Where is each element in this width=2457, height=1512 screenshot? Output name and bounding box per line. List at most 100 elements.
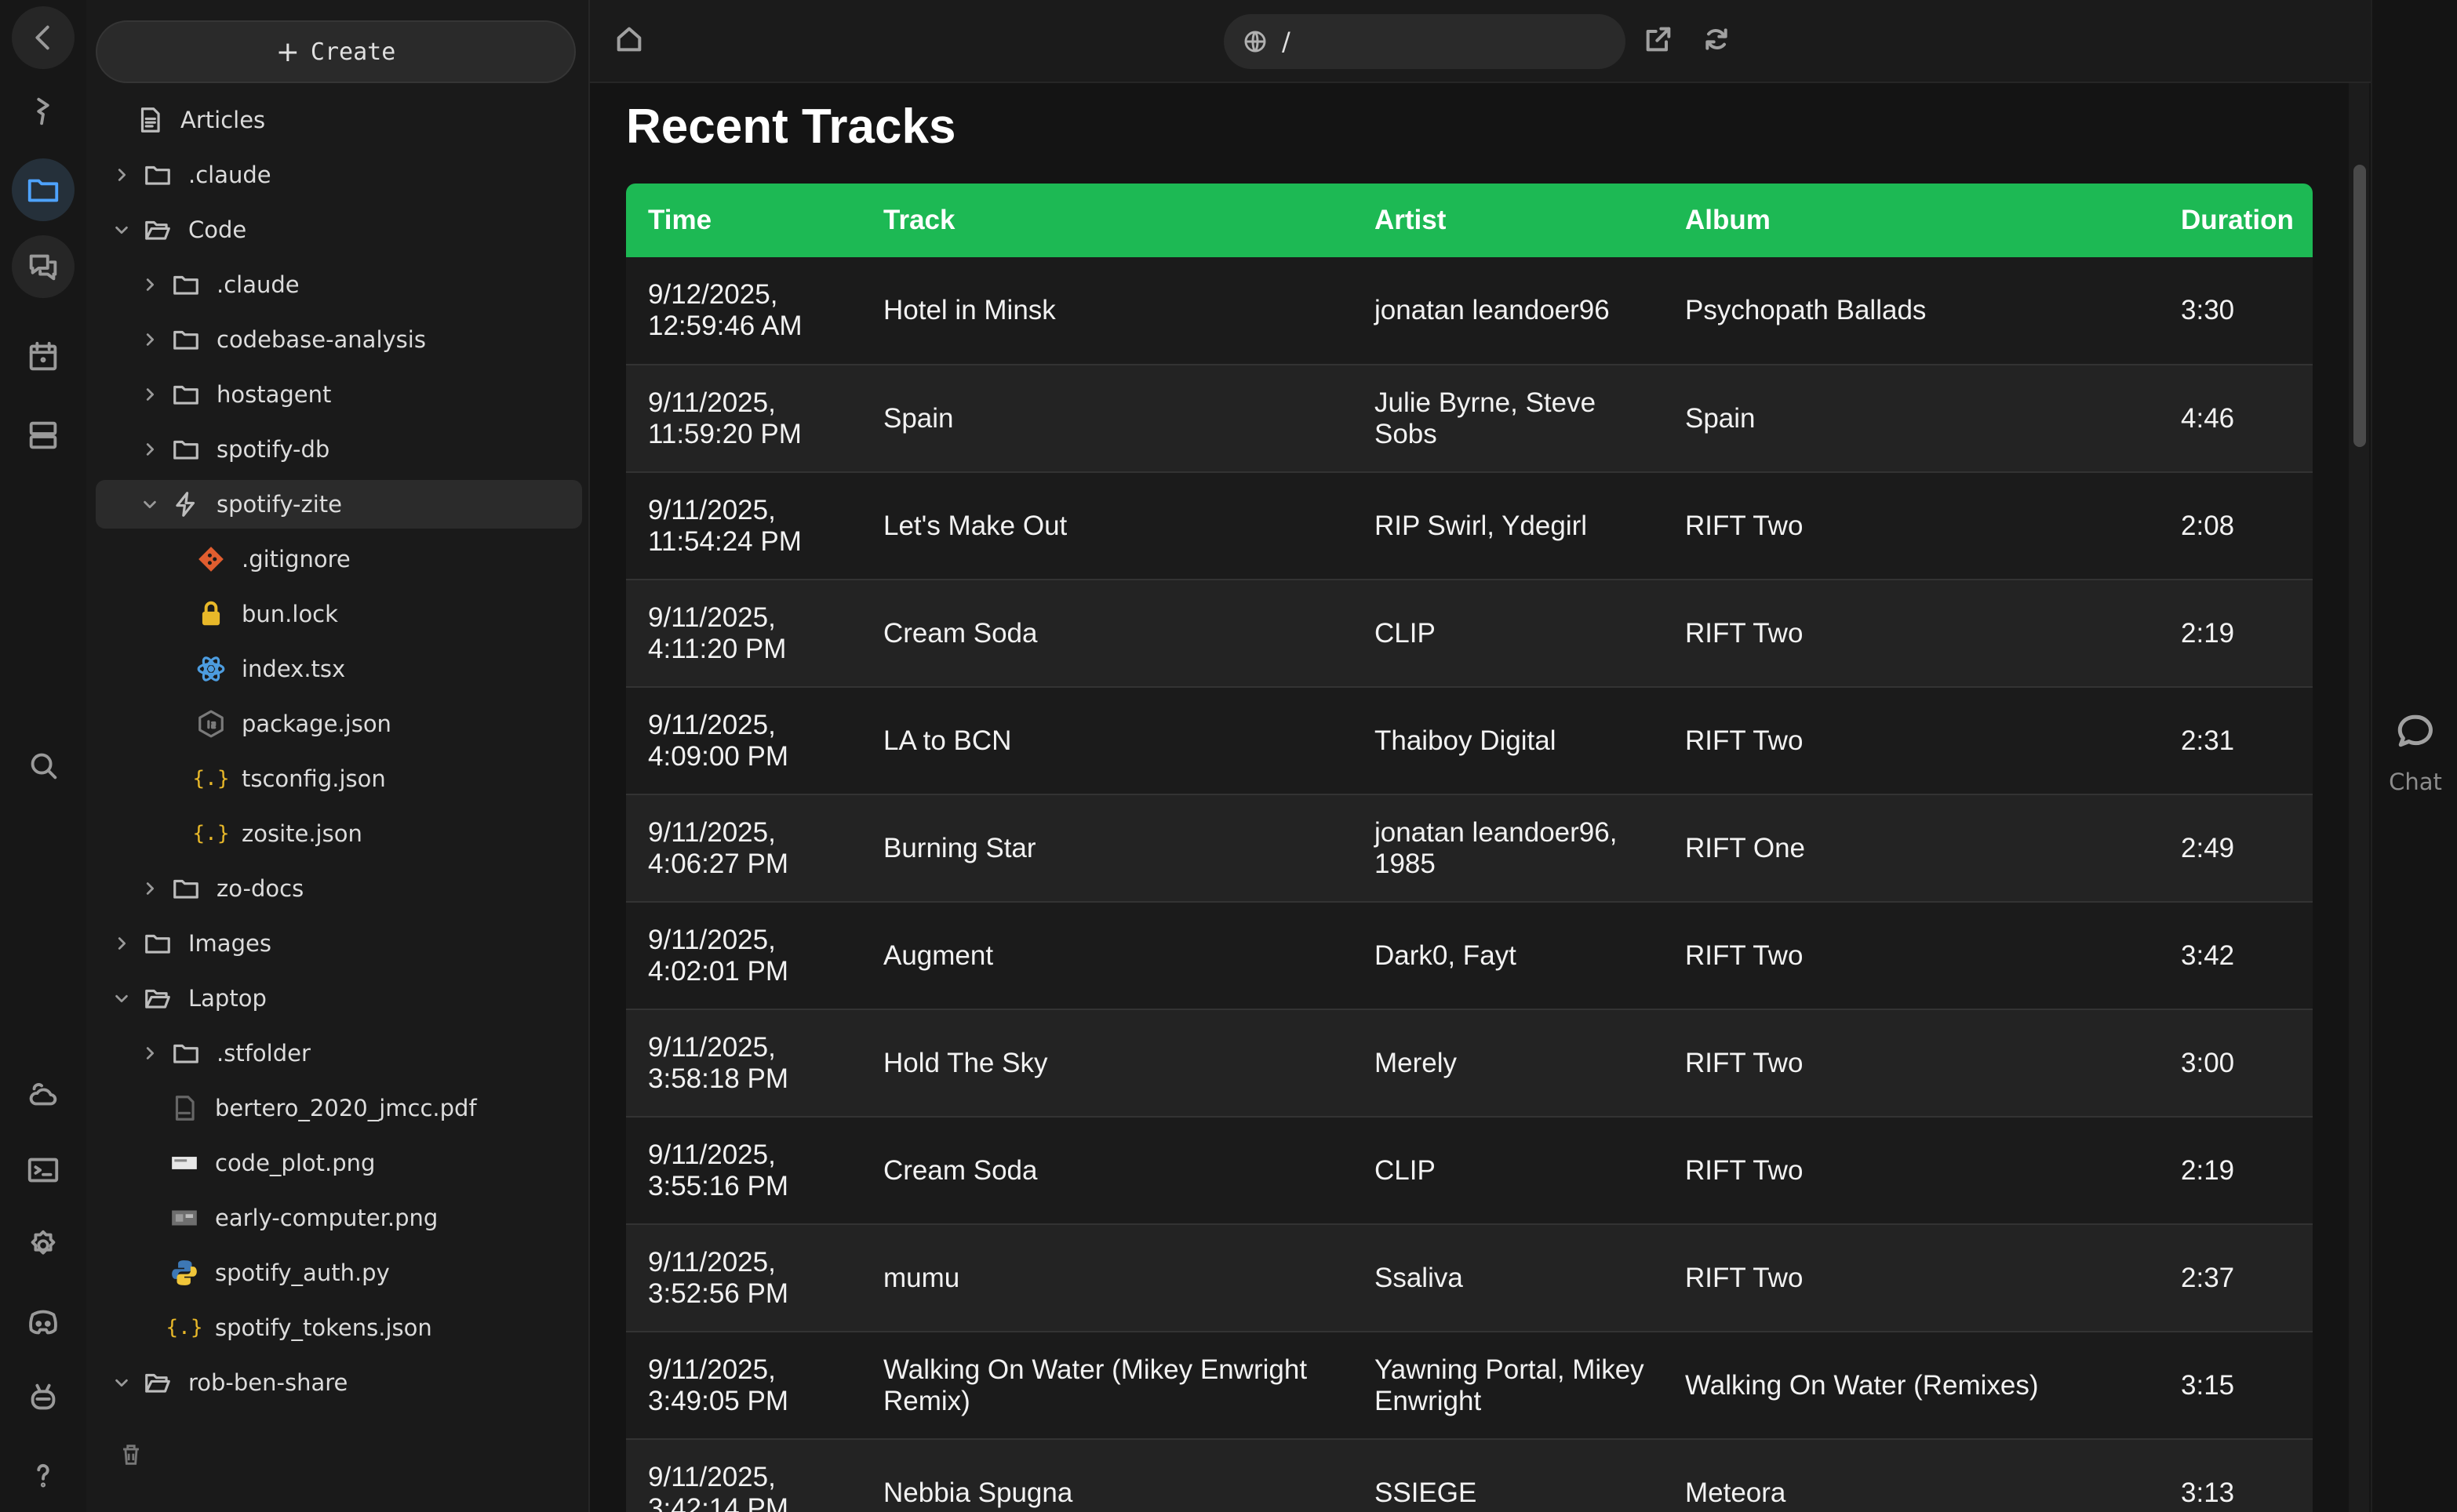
folder-icon xyxy=(169,872,202,905)
tree-item-label: .claude xyxy=(217,271,300,298)
bot-icon[interactable] xyxy=(12,1366,75,1429)
cell-duration: 3:15 xyxy=(2159,1332,2313,1440)
cell-artist: Ssaliva xyxy=(1352,1224,1663,1332)
open-external-icon[interactable] xyxy=(1643,24,1679,60)
tree-item-zosite-json[interactable]: {.} zosite.json xyxy=(193,809,362,858)
chevron-right-icon[interactable] xyxy=(138,383,162,406)
time-date: 9/11/2025, xyxy=(648,1461,776,1492)
cell-duration: 2:19 xyxy=(2159,1117,2313,1225)
table-row: 9/11/2025, 3:52:56 PM mumu Ssaliva RIFT T… xyxy=(626,1224,2313,1332)
chevron-right-icon[interactable] xyxy=(138,877,162,900)
chevron-right-icon[interactable] xyxy=(138,328,162,351)
chevron-right-icon[interactable] xyxy=(110,163,133,187)
table-row: 9/11/2025, 4:02:01 PM Augment Dark0, Fayt… xyxy=(626,902,2313,1010)
tree-item-rob-ben-share[interactable]: rob-ben-share xyxy=(110,1358,348,1407)
zo-logo-icon[interactable] xyxy=(12,80,75,143)
time-date: 9/11/2025, xyxy=(648,494,776,525)
cell-duration: 2:31 xyxy=(2159,687,2313,795)
tree-item-tsconfig-json[interactable]: {.} tsconfig.json xyxy=(192,754,386,803)
refresh-icon[interactable] xyxy=(1701,24,1737,60)
cell-album: RIFT One xyxy=(1663,794,2159,903)
tree-item-label: Laptop xyxy=(188,985,267,1012)
chevron-down-icon[interactable] xyxy=(110,218,133,242)
search-icon[interactable] xyxy=(12,734,75,797)
help-icon[interactable] xyxy=(12,1443,75,1506)
chevron-right-icon[interactable] xyxy=(138,1041,162,1065)
terminal-icon[interactable] xyxy=(12,1139,75,1201)
folder-icon[interactable] xyxy=(12,158,75,221)
server-icon[interactable] xyxy=(12,404,75,467)
cell-album: RIFT Two xyxy=(1663,1009,2159,1118)
time-clock: 12:59:46 AM xyxy=(648,311,803,341)
tree-item-spotify-tokens[interactable]: {.} spotify_tokens.json xyxy=(166,1303,432,1352)
tree-item-zo-docs[interactable]: zo-docs xyxy=(138,864,304,913)
trash-icon[interactable] xyxy=(118,1441,154,1477)
cell-time: 9/12/2025, 12:59:46 AM xyxy=(626,257,861,365)
tree-item-pdf[interactable]: bertero_2020_jmcc.pdf xyxy=(168,1084,477,1132)
chevron-right-icon[interactable] xyxy=(138,438,162,461)
cloud-sun-icon[interactable] xyxy=(12,1063,75,1126)
tree-item-bun-lock[interactable]: bun.lock xyxy=(195,590,338,638)
cell-album: RIFT Two xyxy=(1663,687,2159,795)
folder-icon xyxy=(141,158,174,191)
calendar-icon[interactable] xyxy=(12,325,75,388)
chat-icon[interactable] xyxy=(2396,712,2437,753)
chat-bubbles-icon[interactable] xyxy=(12,235,75,298)
chevron-right-icon[interactable] xyxy=(110,932,133,955)
discord-icon[interactable] xyxy=(12,1291,75,1354)
folder-open-icon xyxy=(141,213,174,246)
tree-item-codebase-analysis[interactable]: codebase-analysis xyxy=(138,315,426,364)
cell-album: RIFT Two xyxy=(1663,1117,2159,1225)
tree-item-claude-root[interactable]: .claude xyxy=(110,151,271,199)
tree-item-stfolder[interactable]: .stfolder xyxy=(138,1029,311,1078)
folder-icon xyxy=(169,1037,202,1070)
cell-track: Augment xyxy=(861,902,1352,1010)
url-bar[interactable]: / xyxy=(1224,14,1625,69)
tree-item-code-plot[interactable]: code_plot.png xyxy=(168,1139,375,1187)
tree-item-articles[interactable]: Articles xyxy=(133,96,265,144)
tree-item-label: code_plot.png xyxy=(215,1150,376,1176)
time-clock: 3:49:05 PM xyxy=(648,1385,788,1416)
tree-item-code-claude[interactable]: .claude xyxy=(138,260,300,309)
scrollbar-thumb[interactable] xyxy=(2353,165,2366,447)
cell-duration: 2:08 xyxy=(2159,472,2313,580)
chat-label[interactable]: Chat xyxy=(2372,769,2457,795)
time-clock: 3:55:16 PM xyxy=(648,1170,788,1201)
tree-item-early-computer[interactable]: early-computer.png xyxy=(168,1194,438,1242)
create-button[interactable]: + Create xyxy=(96,20,576,83)
tree-item-spotify-db[interactable]: spotify-db xyxy=(138,425,329,474)
tree-item-hostagent[interactable]: hostagent xyxy=(138,370,331,419)
back-arrow-icon[interactable] xyxy=(12,6,75,69)
column-header-artist: Artist xyxy=(1374,205,1447,235)
tree-item-package-json[interactable]: package.json xyxy=(195,700,391,748)
tree-item-spotify-auth[interactable]: spotify_auth.py xyxy=(168,1248,390,1297)
tree-item-label: spotify_tokens.json xyxy=(215,1314,432,1341)
nodejs-icon xyxy=(195,707,228,740)
cell-time: 9/11/2025, 3:49:05 PM xyxy=(626,1332,861,1440)
chevron-down-icon[interactable] xyxy=(110,1371,133,1394)
cell-time: 9/11/2025, 3:55:16 PM xyxy=(626,1117,861,1225)
tree-item-gitignore[interactable]: .gitignore xyxy=(195,535,351,583)
cell-artist: CLIP xyxy=(1352,580,1663,688)
tree-item-index-tsx[interactable]: index.tsx xyxy=(195,645,345,693)
tree-item-code[interactable]: Code xyxy=(110,205,246,254)
chevron-right-icon[interactable] xyxy=(138,273,162,296)
tree-item-label: .gitignore xyxy=(242,546,351,572)
cell-artist: Julie Byrne, Steve Sobs xyxy=(1352,365,1663,473)
home-icon[interactable] xyxy=(613,24,650,60)
chevron-down-icon[interactable] xyxy=(138,492,162,516)
tree-item-label: codebase-analysis xyxy=(217,326,426,353)
cell-artist: Thaiboy Digital xyxy=(1352,687,1663,795)
table-row: 9/11/2025, 3:58:18 PM Hold The Sky Merely… xyxy=(626,1009,2313,1118)
tree-item-spotify-zite[interactable]: spotify-zite xyxy=(96,480,582,529)
tree-item-images[interactable]: Images xyxy=(110,919,271,968)
column-header-album: Album xyxy=(1685,205,1771,235)
json-icon: {.} xyxy=(192,767,230,791)
cell-artist: SSIEGE xyxy=(1352,1439,1663,1512)
settings-icon[interactable] xyxy=(12,1214,75,1277)
time-date: 9/11/2025, xyxy=(648,709,776,740)
cell-time: 9/11/2025, 4:02:01 PM xyxy=(626,902,861,1010)
chevron-down-icon[interactable] xyxy=(110,987,133,1010)
time-clock: 3:58:18 PM xyxy=(648,1063,788,1094)
tree-item-laptop[interactable]: Laptop xyxy=(110,974,267,1023)
